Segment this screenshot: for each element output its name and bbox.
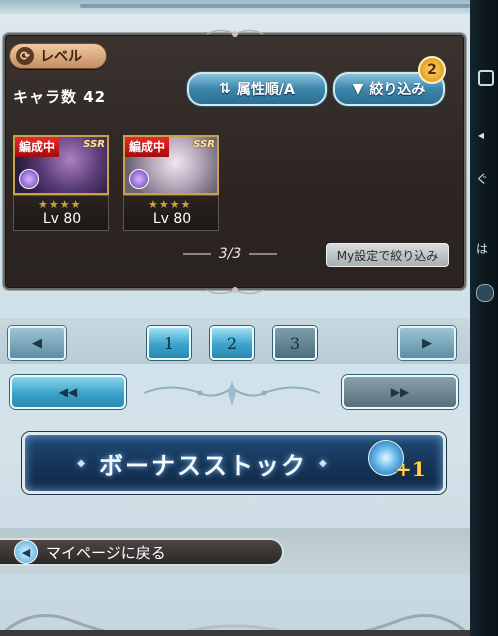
refresh-icon: ⟳ [16,47,34,65]
divider [249,253,278,255]
funnel-icon: ▼ [352,81,364,97]
page-button-3[interactable]: 3 [273,326,317,360]
character-portrait: 編成中 SSR [13,135,109,195]
bonus-stock-label: ボーナスストック [99,451,307,480]
chevron-right-icon: ▶ [422,335,432,351]
attribute-sort-label: 属性順/A [236,82,295,98]
first-page-button[interactable]: ◀◀ [10,375,126,409]
side-text: は [476,242,489,256]
back-to-mypage-button[interactable]: ◀ マイページに戻る [0,538,284,566]
in-party-tag: 編成中 [15,137,60,157]
diamond-icon: ◆ [319,457,329,469]
filter-label: 絞り込み [369,82,426,98]
character-portrait: 編成中 SSR [123,135,219,195]
back-to-mypage-label: マイページに戻る [46,543,166,562]
character-level: Lv 80 [42,211,82,227]
ornament-top-icon [206,29,264,37]
page-indicator: 3/3 [170,246,290,262]
top-bar [0,0,470,14]
rarity-label: SSR [193,139,215,150]
character-card[interactable]: 編成中 SSR ★★★★ Lv 80 [13,135,109,231]
character-card[interactable]: 編成中 SSR ★★★★ Lv 80 [123,135,219,231]
ornament-divider-icon [143,380,321,406]
page-button-2[interactable]: 2 [210,326,254,360]
sort-arrows-icon: ⇅ [219,81,231,97]
ornament-bottom-icon [206,287,264,295]
element-dark-icon [19,169,39,189]
game-screen: ⟳ レベル キャラ数 42 ⇅ 属性順/A ▼ 絞り込み 2 編成中 SSR ★… [0,0,470,636]
side-panel: ◂ ぐ は [470,0,498,636]
double-chevron-left-icon: ◀◀ [58,385,78,399]
diamond-icon: ◆ [77,457,87,469]
side-icon: ◂ [478,128,485,142]
my-setting-filter-button[interactable]: My設定で絞り込み [326,243,449,267]
in-party-tag: 編成中 [125,137,170,157]
level-sort-label: レベル [40,49,82,65]
page-button-1[interactable]: 1 [147,326,191,360]
divider [182,253,211,255]
bonus-count: +1 [395,457,426,481]
side-text: ぐ [476,172,489,186]
star-rating: ★★★★ [148,198,192,211]
back-arrow-icon: ◀ [14,540,38,564]
card-info: ★★★★ Lv 80 [13,195,109,231]
level-sort-button[interactable]: ⟳ レベル [9,43,107,69]
card-info: ★★★★ Lv 80 [123,195,219,231]
filter-count-badge: 2 [418,56,446,84]
side-icon [478,70,494,86]
last-page-button[interactable]: ▶▶ [342,375,458,409]
attribute-sort-button[interactable]: ⇅ 属性順/A [187,72,327,106]
character-count: キャラ数 42 [13,88,107,106]
bottom-frame-ornament-icon [0,614,470,636]
top-bar-line [80,4,470,8]
next-page-button[interactable]: ▶ [398,326,456,360]
side-toggle[interactable] [476,284,494,302]
page-indicator-text: 3/3 [218,246,242,262]
prev-page-button[interactable]: ◀ [8,326,66,360]
double-chevron-right-icon: ▶▶ [390,385,410,399]
rarity-label: SSR [83,139,105,150]
star-rating: ★★★★ [38,198,82,211]
chevron-left-icon: ◀ [32,335,42,351]
element-dark-icon [129,169,149,189]
character-level: Lv 80 [152,211,192,227]
